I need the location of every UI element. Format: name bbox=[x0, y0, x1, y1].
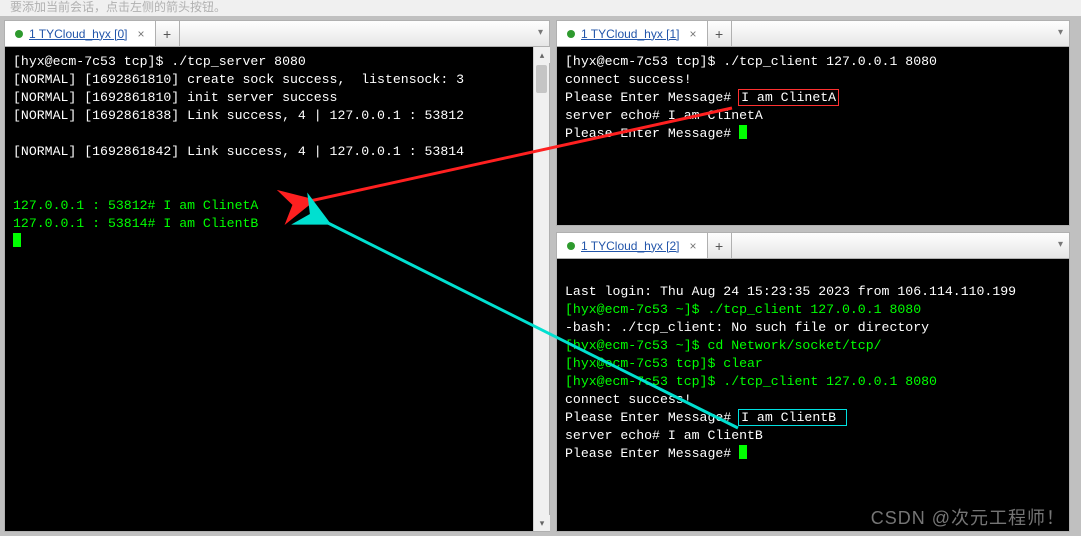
line: [hyx@ecm-7c53 ~]$ cd Network/socket/tcp/ bbox=[565, 338, 882, 353]
highlight-input-a: I am ClinetA bbox=[739, 90, 838, 105]
close-icon[interactable]: × bbox=[690, 28, 697, 40]
status-dot-icon bbox=[567, 30, 575, 38]
line: [hyx@ecm-7c53 tcp]$ ./tcp_server 8080 bbox=[13, 54, 306, 69]
status-dot-icon bbox=[15, 30, 23, 38]
add-tab-button[interactable]: + bbox=[156, 21, 180, 46]
line: [NORMAL] [1692861810] create sock succes… bbox=[13, 72, 464, 87]
scrollbar[interactable]: ▴ ▾ bbox=[533, 47, 549, 531]
line: connect success! bbox=[565, 392, 692, 407]
line: Please Enter Message# bbox=[565, 90, 739, 105]
workspace: 1 TYCloud_hyx [0] × + ▾ [hyx@ecm-7c53 tc… bbox=[0, 16, 1081, 536]
line: Please Enter Message# bbox=[565, 446, 739, 461]
tab-title: 1 TYCloud_hyx [1] bbox=[581, 27, 680, 41]
toolbar-hint: 要添加当前会话，点击左侧的箭头按钮。 bbox=[10, 0, 226, 15]
line: Please Enter Message# bbox=[565, 126, 739, 141]
terminal-client-a[interactable]: [hyx@ecm-7c53 tcp]$ ./tcp_client 127.0.0… bbox=[557, 47, 1069, 225]
line: [hyx@ecm-7c53 tcp]$ clear bbox=[565, 356, 763, 371]
line: -bash: ./tcp_client: No such file or dir… bbox=[565, 320, 929, 335]
tabbar-left: 1 TYCloud_hyx [0] × + ▾ bbox=[5, 21, 549, 47]
line: [hyx@ecm-7c53 tcp]$ ./tcp_client 127.0.0… bbox=[565, 54, 937, 69]
line: 127.0.0.1 : 53814# I am ClientB bbox=[13, 216, 258, 231]
line: [NORMAL] [1692861810] init server succes… bbox=[13, 90, 337, 105]
line: 127.0.0.1 : 53812# I am ClinetA bbox=[13, 198, 258, 213]
tabs-dropdown-icon[interactable]: ▾ bbox=[1058, 27, 1063, 38]
line: [NORMAL] [1692861838] Link success, 4 | … bbox=[13, 108, 464, 123]
close-icon[interactable]: × bbox=[690, 240, 697, 252]
line: server echo# I am ClientB bbox=[565, 428, 763, 443]
tab-title: 1 TYCloud_hyx [0] bbox=[29, 27, 128, 41]
line: server echo# I am ClinetA bbox=[565, 108, 763, 123]
line: connect success! bbox=[565, 72, 692, 87]
pane-client-b: 1 TYCloud_hyx [2] × + ▾ Last login: Thu … bbox=[556, 232, 1070, 532]
add-tab-button[interactable]: + bbox=[708, 21, 732, 46]
line: Please Enter Message# bbox=[565, 410, 739, 425]
pane-client-a: 1 TYCloud_hyx [1] × + ▾ [hyx@ecm-7c53 tc… bbox=[556, 20, 1070, 226]
scroll-thumb[interactable] bbox=[536, 65, 547, 93]
line: [hyx@ecm-7c53 ~]$ ./tcp_client 127.0.0.1… bbox=[565, 302, 921, 317]
pane-server: 1 TYCloud_hyx [0] × + ▾ [hyx@ecm-7c53 tc… bbox=[4, 20, 550, 532]
scroll-down-icon[interactable]: ▾ bbox=[534, 515, 550, 531]
tab-client-b[interactable]: 1 TYCloud_hyx [2] × bbox=[557, 233, 708, 258]
tabs-dropdown-icon[interactable]: ▾ bbox=[1058, 239, 1063, 250]
close-icon[interactable]: × bbox=[138, 28, 145, 40]
tab-server[interactable]: 1 TYCloud_hyx [0] × bbox=[5, 21, 156, 46]
scroll-track[interactable] bbox=[534, 63, 549, 515]
line: [hyx@ecm-7c53 tcp]$ ./tcp_client 127.0.0… bbox=[565, 374, 937, 389]
line: Last login: Thu Aug 24 15:23:35 2023 fro… bbox=[565, 284, 1016, 299]
terminal-client-b[interactable]: Last login: Thu Aug 24 15:23:35 2023 fro… bbox=[557, 259, 1069, 531]
highlight-input-b: I am ClientB bbox=[739, 410, 846, 425]
cursor-icon bbox=[739, 445, 747, 459]
add-tab-button[interactable]: + bbox=[708, 233, 732, 258]
line: [NORMAL] [1692861842] Link success, 4 | … bbox=[13, 144, 464, 159]
status-dot-icon bbox=[567, 242, 575, 250]
cursor-icon bbox=[13, 233, 21, 247]
tab-title: 1 TYCloud_hyx [2] bbox=[581, 239, 680, 253]
tabbar-tr: 1 TYCloud_hyx [1] × + ▾ bbox=[557, 21, 1069, 47]
cursor-icon bbox=[739, 125, 747, 139]
scroll-up-icon[interactable]: ▴ bbox=[534, 47, 550, 63]
terminal-server[interactable]: [hyx@ecm-7c53 tcp]$ ./tcp_server 8080 [N… bbox=[5, 47, 549, 531]
tabs-dropdown-icon[interactable]: ▾ bbox=[538, 27, 543, 38]
tab-client-a[interactable]: 1 TYCloud_hyx [1] × bbox=[557, 21, 708, 46]
tabbar-br: 1 TYCloud_hyx [2] × + ▾ bbox=[557, 233, 1069, 259]
